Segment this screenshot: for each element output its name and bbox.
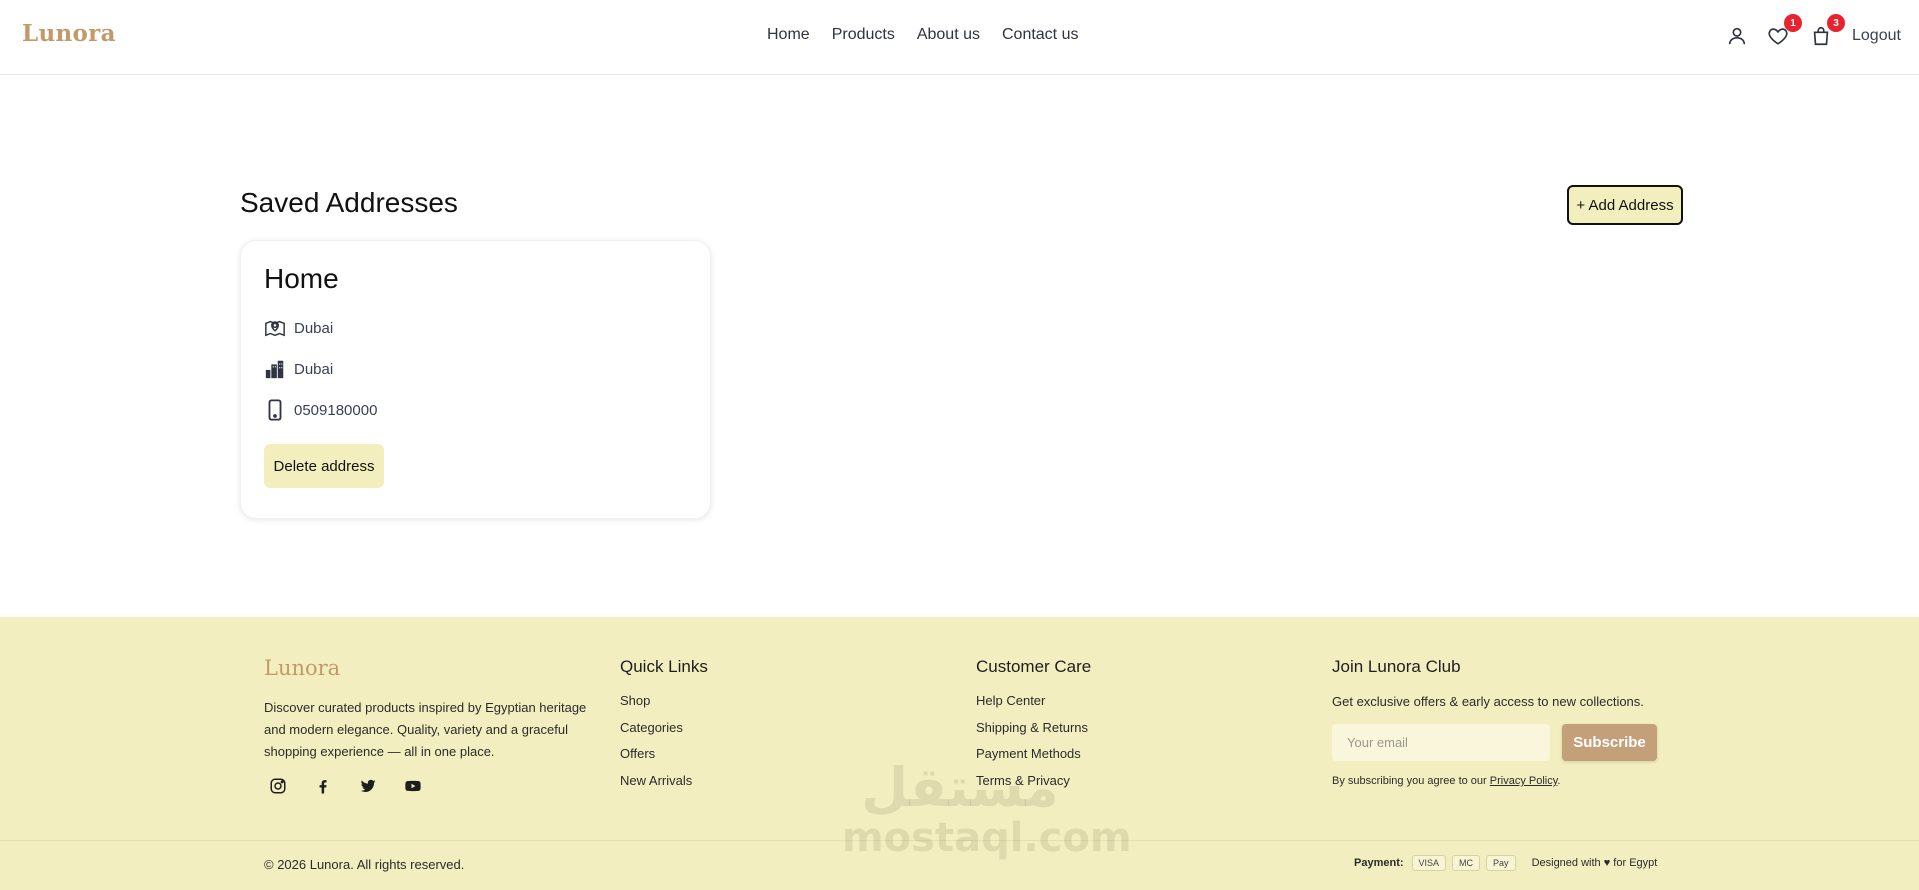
phone-icon [264, 399, 286, 421]
twitter-icon[interactable] [354, 772, 382, 800]
address-phone-row: 0509180000 [264, 399, 377, 421]
facebook-icon[interactable] [309, 772, 337, 800]
main-nav: Home Products About us Contact us [767, 26, 1078, 44]
mastercard-badge: MC [1452, 855, 1481, 871]
terms-suffix: . [1557, 775, 1561, 787]
watermark-arabic: مستقل [861, 756, 1059, 819]
subscribe-button[interactable]: Subscribe [1562, 724, 1657, 761]
wishlist-button[interactable]: 1 [1764, 14, 1802, 50]
payment-label: Payment: [1354, 857, 1404, 869]
address-area-row: Dubai [264, 358, 333, 380]
quick-links-title: Quick Links [620, 657, 708, 676]
address-area: Dubai [294, 360, 334, 378]
cart-count-badge: 3 [1827, 14, 1845, 32]
address-city: Dubai [294, 319, 334, 337]
cart-button[interactable]: 3 [1807, 14, 1845, 50]
footer-link-help-center[interactable]: Help Center [976, 692, 1088, 710]
youtube-icon[interactable] [399, 772, 427, 800]
footer-description: Discover curated products inspired by Eg… [264, 700, 587, 759]
address-card: Home Dubai Dubai 0509180000 Delete addre… [240, 240, 711, 519]
nav-products[interactable]: Products [832, 26, 895, 44]
address-phone: 0509180000 [294, 401, 378, 419]
subscribe-terms: By subscribing you agree to our Privacy … [1332, 775, 1560, 787]
copyright: © 2026 Lunora. All rights reserved. [264, 857, 465, 872]
footer-link-shipping-returns[interactable]: Shipping & Returns [976, 719, 1088, 737]
social-links [264, 772, 427, 800]
club-description: Get exclusive offers & early access to n… [1332, 694, 1644, 709]
add-address-button[interactable]: + Add Address [1567, 185, 1683, 225]
map-pin-icon [264, 317, 286, 339]
footer-logo: Lunora [264, 656, 341, 680]
pay-badge: Pay [1486, 855, 1516, 871]
designed-with: Designed with ♥ for Egypt [1531, 857, 1658, 869]
nav-home[interactable]: Home [767, 26, 810, 44]
footer-link-new-arrivals[interactable]: New Arrivals [620, 772, 692, 790]
footer-link-shop[interactable]: Shop [620, 692, 692, 710]
wishlist-count-badge: 1 [1784, 14, 1802, 32]
privacy-policy-link[interactable]: Privacy Policy [1490, 775, 1558, 787]
quick-links-list: Shop Categories Offers New Arrivals [620, 692, 692, 789]
club-title: Join Lunora Club [1332, 657, 1461, 676]
buildings-icon [264, 358, 286, 380]
user-icon[interactable] [1723, 22, 1751, 50]
terms-prefix: By subscribing you agree to our [1332, 775, 1490, 787]
newsletter-email-input[interactable] [1332, 724, 1550, 761]
watermark-latin: mostaql.com [842, 815, 1132, 861]
customer-care-title: Customer Care [976, 657, 1092, 676]
footer-link-offers[interactable]: Offers [620, 745, 692, 763]
nav-contact-us[interactable]: Contact us [1002, 26, 1078, 44]
address-label: Home [264, 263, 339, 294]
address-city-row: Dubai [264, 317, 333, 339]
footer-link-categories[interactable]: Categories [620, 719, 692, 737]
instagram-icon[interactable] [264, 772, 292, 800]
logout-link[interactable]: Logout [1852, 27, 1901, 45]
delete-address-button[interactable]: Delete address [264, 444, 384, 488]
logo[interactable]: Lunora [22, 20, 116, 47]
page-title: Saved Addresses [240, 187, 458, 218]
visa-badge: VISA [1411, 855, 1447, 871]
watermark: مستقل mostaql.com [842, 756, 1132, 861]
nav-about-us[interactable]: About us [917, 26, 980, 44]
site-header: Lunora Home Products About us Contact us… [0, 0, 1919, 75]
payment-methods: Payment: VISA MC Pay Designed with ♥ for… [1354, 855, 1657, 871]
